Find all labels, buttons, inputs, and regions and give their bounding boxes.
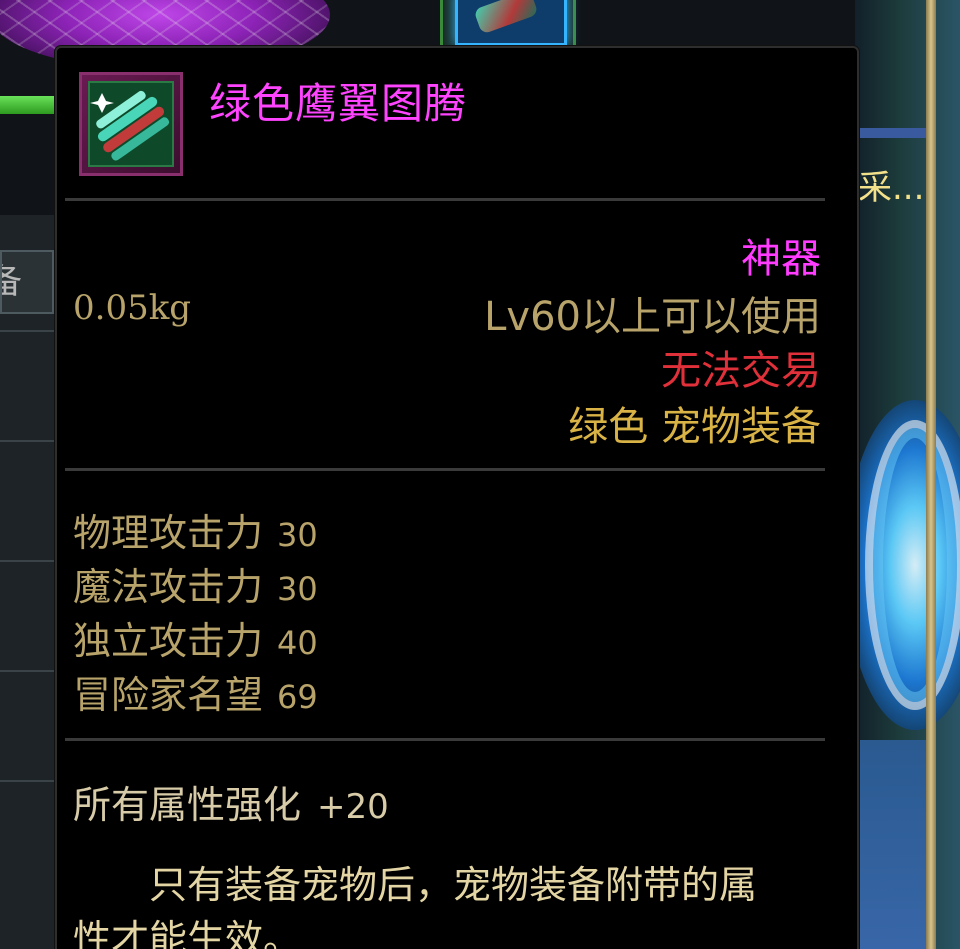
item-category: 绿色 宠物装备 [568, 404, 821, 450]
panel-divider [0, 560, 54, 562]
equipment-tab[interactable]: 备 [0, 250, 54, 314]
item-description: 只有装备宠物后，宠物装备附带的属性才能生效。 [73, 863, 758, 949]
level-requirement: Lv60以上可以使用 [484, 294, 821, 340]
stat-row: 物理攻击力 30 [73, 502, 318, 555]
stat-value: 30 [277, 516, 318, 554]
stat-row: 魔法攻击力 30 [73, 556, 318, 609]
hp-bar [0, 96, 54, 114]
stat-value: 69 [277, 678, 318, 716]
panel-divider [0, 780, 54, 782]
stat-value: 40 [277, 624, 318, 662]
green-eagle-wing-totem-icon [79, 72, 183, 176]
item-name: 绿色鹰翼图腾 [209, 79, 468, 128]
item-weight: 0.05kg [73, 288, 192, 328]
panel-divider [0, 670, 54, 672]
right-panel-truncated-text: 采... [858, 168, 924, 208]
tooltip-divider [65, 738, 825, 741]
tooltip-divider [65, 468, 825, 471]
left-inventory-panel [0, 215, 54, 949]
game-scene: 备 采... 绿色鹰翼图腾 神器 0.05kg Lv60以上可以使用 [0, 0, 960, 949]
trade-status: 无法交易 [661, 348, 821, 394]
feather-icon [90, 90, 170, 161]
panel-divider [0, 440, 54, 442]
window-border [926, 0, 936, 949]
stat-name: 物理攻击力 [73, 511, 264, 555]
bonus-row: 所有属性强化 +20 [73, 774, 389, 829]
bonus-name: 所有属性强化 [73, 783, 302, 827]
right-panel-bar [855, 128, 927, 138]
stat-row: 冒险家名望 69 [73, 664, 318, 717]
panel-divider [0, 330, 54, 332]
item-tooltip: 绿色鹰翼图腾 神器 0.05kg Lv60以上可以使用 无法交易 绿色 宠物装备… [55, 46, 859, 949]
bonus-value: +20 [317, 787, 389, 827]
stat-name: 魔法攻击力 [73, 565, 264, 609]
stat-name: 冒险家名望 [73, 673, 264, 717]
item-grade: 神器 [741, 236, 821, 282]
stat-value: 30 [277, 570, 318, 608]
equipped-pet-item-slot[interactable] [455, 0, 567, 46]
stat-row: 独立攻击力 40 [73, 610, 318, 663]
stat-name: 独立攻击力 [73, 619, 264, 663]
lower-right-scene [855, 740, 930, 949]
tooltip-divider [65, 198, 825, 201]
